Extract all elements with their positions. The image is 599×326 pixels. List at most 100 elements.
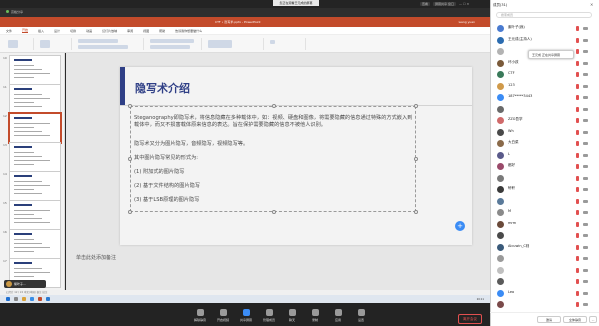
- avatar: [497, 151, 504, 159]
- toolbar-label: 聊天: [288, 318, 295, 322]
- window-buttons[interactable]: — ☐ ✕: [459, 2, 469, 6]
- slide-thumbnail[interactable]: 12: [3, 112, 62, 144]
- ribbon-tab[interactable]: 设计: [54, 29, 60, 33]
- windows-start-icon[interactable]: [6, 297, 10, 301]
- search-icon[interactable]: [14, 297, 18, 301]
- mic-muted-icon: [576, 95, 579, 100]
- folder-icon[interactable]: [22, 297, 26, 301]
- mute-all-button[interactable]: 全体静音: [563, 316, 587, 323]
- find-icon[interactable]: [270, 40, 275, 44]
- ribbon-tab[interactable]: 文件: [6, 29, 12, 33]
- more-button[interactable]: ...: [589, 316, 597, 323]
- mic-muted-icon: [576, 210, 579, 215]
- ribbon-tab[interactable]: 帮助: [159, 29, 165, 33]
- resize-handle[interactable]: [414, 104, 418, 108]
- new-slide-icon[interactable]: [40, 40, 50, 48]
- resize-handle[interactable]: [414, 210, 418, 214]
- signal-icon: [6, 10, 9, 13]
- close-icon[interactable]: ✕: [590, 2, 593, 7]
- slide-thumbnail[interactable]: 11: [3, 84, 61, 114]
- resize-handle[interactable]: [128, 210, 132, 214]
- toolbar-label: 录制: [311, 318, 318, 322]
- resize-handle[interactable]: [128, 157, 132, 161]
- powerpoint-icon[interactable]: [38, 297, 42, 301]
- toolbar-label: 开启视频: [216, 318, 229, 322]
- slide-number: 17: [3, 259, 7, 263]
- member-search-input[interactable]: 搜索成员: [496, 12, 592, 18]
- slide-number: 15: [3, 201, 7, 205]
- toolbar-icon: [288, 309, 296, 316]
- slide-thumbnail[interactable]: 15: [3, 200, 61, 230]
- ppt-user[interactable]: wang yuan: [459, 17, 475, 27]
- member-row[interactable]: [490, 298, 599, 311]
- paste-icon[interactable]: [8, 40, 18, 48]
- avatar: [497, 243, 504, 251]
- ribbon-tab[interactable]: 插入: [38, 29, 44, 33]
- ribbon-tab[interactable]: 审阅: [127, 29, 133, 33]
- toolbar-item[interactable]: 设置: [351, 309, 371, 322]
- ribbon-tab[interactable]: 告诉我你想要做什么: [175, 29, 202, 33]
- avatar: [497, 25, 504, 32]
- member-name: CTF: [508, 71, 515, 75]
- thumb-line: [14, 152, 34, 153]
- toolbar-item[interactable]: 应用: [328, 309, 348, 322]
- toolbar-item[interactable]: 录制: [305, 309, 325, 322]
- camera-icon: [583, 38, 588, 42]
- thumb-line: [14, 214, 34, 215]
- invite-button[interactable]: 邀请: [537, 316, 561, 323]
- slide-title[interactable]: 隐写术介绍: [135, 80, 190, 96]
- slide-thumbnail[interactable]: 13: [3, 142, 61, 172]
- mic-muted-icon: [576, 256, 579, 261]
- list-icons[interactable]: [150, 39, 194, 43]
- member-name: L: [508, 151, 510, 156]
- thumb-heading: [14, 117, 32, 119]
- camera-icon: [583, 188, 588, 191]
- avatar: [497, 82, 504, 90]
- browser-icon[interactable]: [30, 297, 34, 301]
- font-select[interactable]: [78, 39, 118, 43]
- ribbon-tab[interactable]: 动画: [86, 29, 92, 33]
- avatar: [497, 209, 504, 216]
- meeting-toolbar: 解除静音 开启视频 共享屏幕 管理成员 聊天 录制 应用 设置: [0, 303, 490, 326]
- ribbon-tab[interactable]: 开始: [22, 28, 29, 33]
- view-button[interactable]: 查看: [420, 2, 431, 6]
- thumb-line: [14, 73, 50, 74]
- resize-handle[interactable]: [272, 104, 276, 108]
- mic-muted-icon: [576, 49, 579, 54]
- toolbar-item[interactable]: 开启视频: [213, 309, 233, 322]
- member-name: mrm: [508, 220, 517, 225]
- resize-handle[interactable]: [272, 210, 276, 214]
- leave-meeting-button[interactable]: 离开会议: [458, 314, 482, 324]
- shapes-icon[interactable]: [208, 40, 232, 48]
- add-icon[interactable]: +: [455, 221, 465, 231]
- align-icons[interactable]: [150, 45, 190, 49]
- resize-handle[interactable]: [414, 157, 418, 161]
- ribbon-tab[interactable]: 切换: [70, 29, 76, 33]
- font-style-icons[interactable]: [78, 45, 128, 49]
- toolbar-item[interactable]: 共享屏幕: [236, 309, 256, 322]
- ribbon-tab[interactable]: 幻灯片放映: [102, 29, 117, 33]
- slide-thumbnail[interactable]: 14: [3, 171, 61, 201]
- toolbar-item[interactable]: 聊天: [282, 309, 302, 322]
- slide-thumbnails: 10 11 12 13 14 15 16 17: [0, 53, 65, 290]
- slide-number: 14: [3, 172, 7, 176]
- thumb-line: [14, 69, 42, 70]
- toolbar-label: 管理成员: [262, 318, 275, 322]
- mic-muted-icon: [576, 118, 579, 123]
- camera-icon: [583, 291, 588, 295]
- toolbar-item[interactable]: 管理成员: [259, 309, 279, 322]
- self-video-chip[interactable]: 紫叶子...: [4, 280, 46, 288]
- slide-thumbnail[interactable]: 10: [3, 55, 61, 85]
- toolbar-item[interactable]: 解除静音: [190, 309, 210, 322]
- notes-placeholder[interactable]: 单击此处添加备注: [76, 254, 116, 261]
- meeting-app-icon[interactable]: [46, 297, 50, 301]
- host-bar: 高格分享: [0, 8, 490, 17]
- font-group: [74, 38, 144, 50]
- resize-handle[interactable]: [128, 104, 132, 108]
- toolbar-label: 共享屏幕: [239, 318, 252, 322]
- slide-thumbnail[interactable]: 16: [3, 229, 61, 259]
- ribbon-tab[interactable]: 视图: [143, 29, 149, 33]
- avatar: [497, 163, 504, 170]
- camera-icon: [583, 303, 588, 306]
- layout-button[interactable]: 屏幕共享 窗口: [433, 2, 456, 6]
